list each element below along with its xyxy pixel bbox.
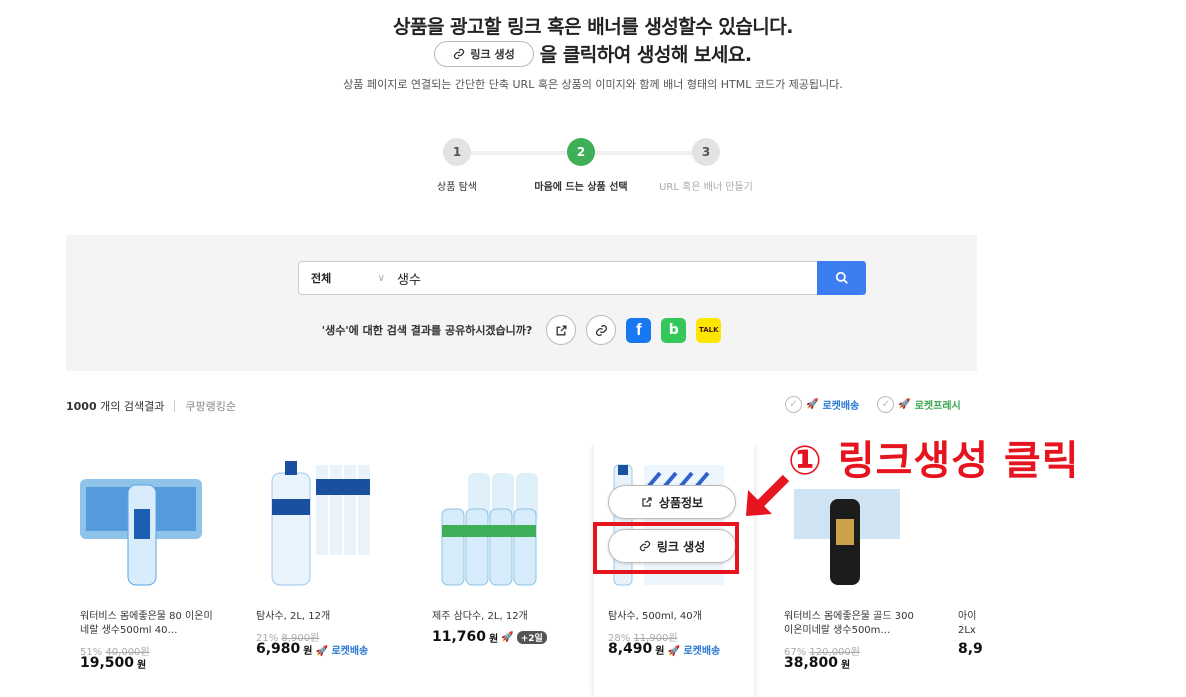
step-1-circle: 1 <box>443 138 471 166</box>
rocket-badge: 🚀 로켓배송 <box>315 645 369 657</box>
product-price: 19,500 <box>80 655 135 671</box>
rocket-label: 로켓배송 <box>683 645 721 657</box>
sort-option[interactable]: 쿠팡랭킹순 <box>185 398 236 414</box>
product-name: 아이 2Lx <box>958 611 977 636</box>
product-info-label: 상품정보 <box>658 495 704 510</box>
product-name: 제주 삼다수, 2L, 12개 <box>432 611 528 622</box>
product-price-unit: 원 <box>137 659 147 671</box>
step-2-circle: 2 <box>567 138 595 166</box>
category-select-value: 전체 <box>311 272 332 285</box>
product-price-row: 38,800 원 <box>784 655 850 671</box>
result-count: 1000 <box>66 400 97 413</box>
step-1: 1 상품 탐색 <box>402 138 512 193</box>
result-summary: 1000 개의 검색결과 쿠팡랭킹순 <box>66 398 236 414</box>
step-3-label: URL 혹은 배너 만들기 <box>659 182 753 193</box>
step-3: 3 URL 혹은 배너 만들기 <box>651 138 761 193</box>
hero-title-tail: 을 클릭하여 생성해 보세요. <box>539 44 752 66</box>
check-circle-icon: ✓ <box>785 396 802 413</box>
filter-rocket[interactable]: ✓ 🚀 로켓배송 <box>785 396 859 413</box>
product-price-unit: 원 <box>655 645 665 657</box>
product-price-row: 19,500 원 <box>80 655 146 671</box>
inline-button-label: 링크 생성 <box>470 47 515 61</box>
external-link-icon <box>642 497 652 507</box>
rocket-label: 로켓배송 <box>331 645 369 657</box>
external-link-icon <box>556 324 567 336</box>
product-price-row: 11,760 원 🚀 +2일 <box>432 629 547 645</box>
product-card[interactable]: 제주 삼다수, 2L, 12개 11,760 원 🚀 +2일 <box>418 445 578 697</box>
kakaotalk-icon[interactable]: TALK <box>696 317 722 343</box>
step-1-label: 상품 탐색 <box>437 182 477 193</box>
product-price-row: 8,490 원 🚀 로켓배송 <box>608 641 720 657</box>
product-price: 8,490 <box>608 641 653 657</box>
rocket-badge: 🚀 로켓배송 <box>667 645 721 657</box>
rocket-icon: 🚀 <box>806 399 819 410</box>
filter-fresh[interactable]: ✓ 🚀 로켓프레시 <box>877 396 961 413</box>
product-card[interactable]: 탐사수, 2L, 12개 21% 8,900원 6,980 원 🚀 로켓배송 <box>242 445 402 697</box>
delivery-filters: ✓ 🚀 로켓배송 ✓ 🚀 로켓프레시 <box>785 396 980 413</box>
share-row: '생수'에 대한 검색 결과를 공유하시겠습니까? f b TALK <box>66 315 977 345</box>
product-price: 11,760 <box>432 629 487 645</box>
filter-rocket-label: 로켓배송 <box>822 401 860 412</box>
product-name: 워터비스 몸에좋은물 80 이온미네랄 생수500ml 40… <box>80 611 213 636</box>
search-box: 전체 ∨ 생수 <box>298 261 866 295</box>
product-price-unit: 원 <box>489 633 499 645</box>
search-button[interactable] <box>817 261 866 295</box>
product-price: 38,800 <box>784 655 839 671</box>
annotation-text: ① 링크생성 클릭 <box>788 438 1080 484</box>
rocket-icon: 🚀 <box>501 631 514 643</box>
hero-instruction: 링크 생성 을 클릭하여 생성해 보세요. <box>0 40 1186 67</box>
inline-link-create-button: 링크 생성 <box>434 40 534 67</box>
result-count-suffix: 개의 검색결과 <box>100 400 165 413</box>
product-price-unit: 원 <box>303 645 313 657</box>
copy-link-button[interactable] <box>586 315 617 345</box>
hero-subtitle: 상품 페이지로 연결되는 간단한 단축 URL 혹은 상품의 이미지와 함께 배… <box>343 78 843 91</box>
link-icon <box>454 48 465 59</box>
arrow-icon <box>746 474 790 516</box>
link-icon <box>595 324 607 336</box>
product-image <box>271 461 370 586</box>
search-input[interactable]: 생수 <box>391 269 421 288</box>
product-name: 탐사수, 2L, 12개 <box>256 611 331 622</box>
product-price-unit: 원 <box>841 659 851 671</box>
product-price-row: 8,9 <box>958 641 983 657</box>
search-icon <box>835 271 848 284</box>
product-image <box>441 473 538 586</box>
check-circle-icon: ✓ <box>877 396 895 413</box>
step-indicator: 1 상품 탐색 2 마음에 드는 상품 선택 3 URL 혹은 배너 만들기 <box>420 138 753 198</box>
category-select[interactable]: 전체 ∨ <box>299 270 391 286</box>
step-2-label: 마음에 드는 상품 선택 <box>534 182 628 193</box>
product-price: 8,9 <box>958 641 983 657</box>
facebook-icon[interactable]: f <box>626 317 652 343</box>
search-panel: 전체 ∨ 생수 '생수'에 대한 검색 결과를 공유하시겠습니까? f b TA… <box>66 235 977 371</box>
step-3-circle: 3 <box>692 138 720 166</box>
chevron-down-icon: ∨ <box>377 272 385 284</box>
filter-fresh-label: 로켓프레시 <box>914 401 961 412</box>
product-price-row: 6,980 원 🚀 로켓배송 <box>256 641 368 657</box>
share-question: '생수'에 대한 검색 결과를 공유하시겠습니까? <box>321 324 533 337</box>
step-2: 2 마음에 드는 상품 선택 <box>526 138 636 193</box>
product-price: 6,980 <box>256 641 301 657</box>
hero-title: 상품을 광고할 링크 혹은 배너를 생성할수 있습니다. <box>393 16 794 38</box>
rocket-icon: 🚀 <box>898 399 911 410</box>
delivery-badge: +2일 <box>516 630 547 644</box>
share-external-button[interactable] <box>546 315 577 345</box>
product-info-button[interactable]: 상품정보 <box>608 485 736 519</box>
product-name: 워터비스 몸에좋은물 골드 300 이온미네랄 생수500m… <box>784 611 914 636</box>
highlight-box <box>593 522 739 574</box>
product-card[interactable]: 워터비스 몸에좋은물 80 이온미네랄 생수500ml 40… 51% 40,0… <box>66 445 226 697</box>
product-image <box>80 479 202 586</box>
band-icon[interactable]: b <box>661 317 687 343</box>
product-name: 탐사수, 500ml, 40개 <box>608 611 702 622</box>
divider <box>174 400 176 412</box>
